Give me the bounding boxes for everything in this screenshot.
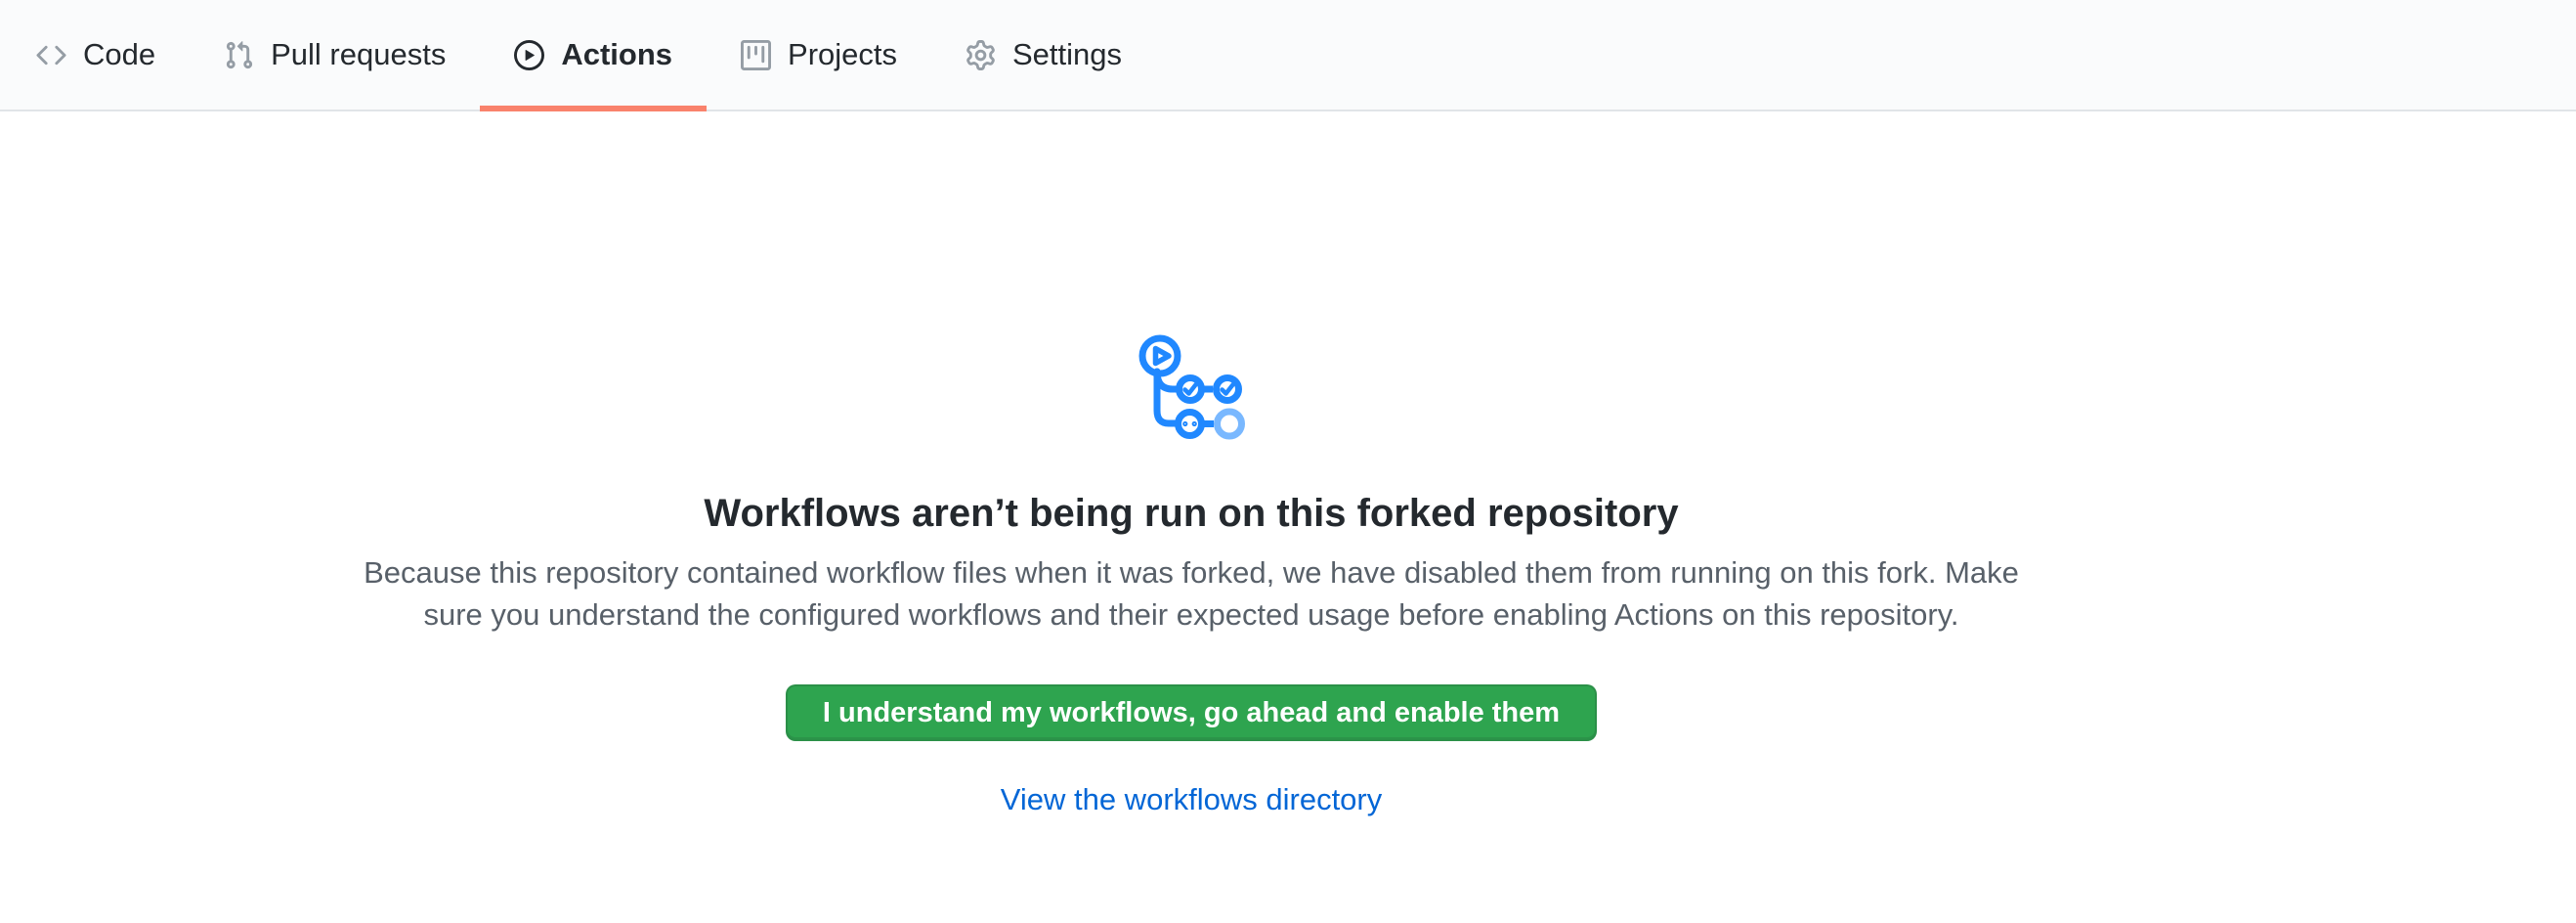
gear-icon (966, 40, 996, 70)
repo-tab-nav: Code Pull requests Actions Projects Sett… (0, 0, 2576, 111)
git-pull-request-icon (224, 40, 254, 70)
tab-projects[interactable]: Projects (707, 0, 931, 110)
description-line-2: sure you understand the configured workf… (364, 593, 2019, 636)
tab-pull-requests[interactable]: Pull requests (190, 0, 480, 110)
tab-actions[interactable]: Actions (480, 0, 707, 110)
description-text: Because this repository contained workfl… (364, 551, 2019, 636)
tab-actions-label: Actions (561, 37, 672, 72)
enable-workflows-button[interactable]: I understand my workflows, go ahead and … (786, 684, 1597, 741)
tab-pull-requests-label: Pull requests (271, 37, 446, 72)
page-title: Workflows aren’t being run on this forke… (704, 491, 1678, 536)
code-icon (36, 40, 66, 70)
play-icon (514, 40, 544, 70)
description-line-1: Because this repository contained workfl… (364, 551, 2019, 593)
workflow-illustration-icon (1128, 325, 1255, 452)
tab-settings-label: Settings (1012, 37, 1122, 72)
project-icon (741, 40, 771, 70)
view-workflows-directory-link[interactable]: View the workflows directory (1001, 782, 1383, 817)
tab-code-label: Code (83, 37, 155, 72)
tab-code[interactable]: Code (2, 0, 190, 110)
tab-settings[interactable]: Settings (931, 0, 1156, 110)
tab-projects-label: Projects (788, 37, 897, 72)
actions-blankslate: Workflows aren’t being run on this forke… (0, 111, 2383, 817)
